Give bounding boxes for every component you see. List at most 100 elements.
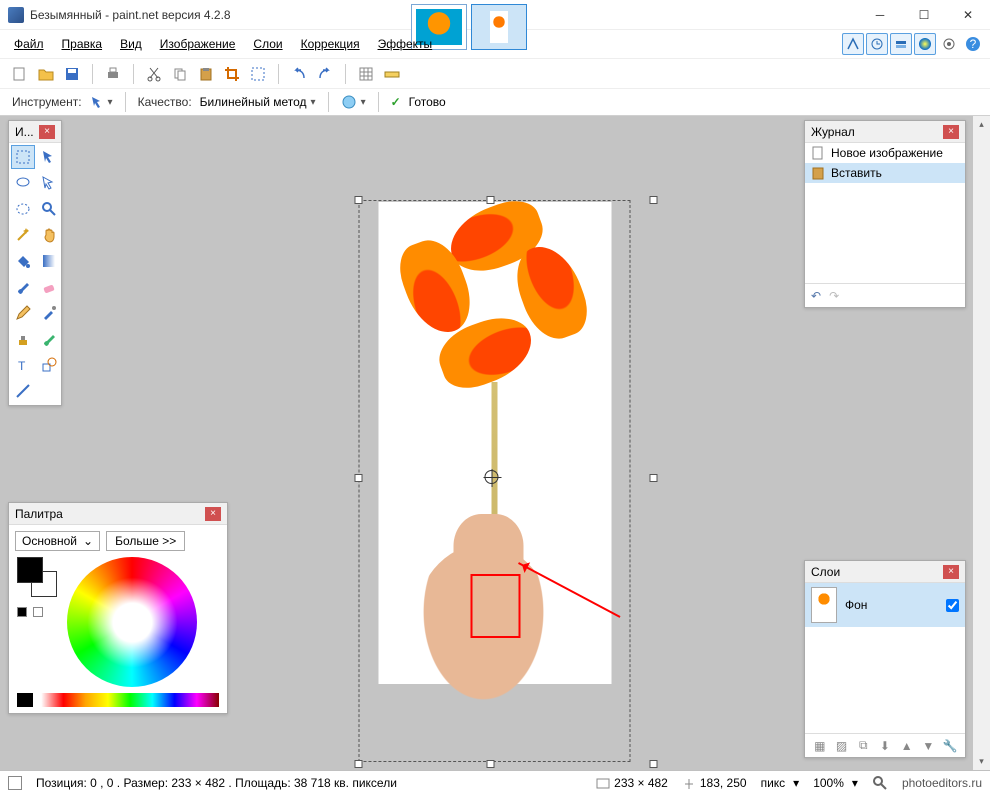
menu-correction[interactable]: Коррекция — [293, 33, 368, 55]
handle-top-left[interactable] — [355, 196, 363, 204]
document-thumbs — [411, 0, 527, 38]
layer-properties[interactable]: 🔧 — [941, 737, 959, 755]
tool-lasso[interactable] — [11, 171, 35, 195]
tools-panel-close[interactable]: × — [39, 125, 55, 139]
svg-text:T: T — [18, 359, 26, 373]
layer-merge[interactable]: ⬇ — [876, 737, 894, 755]
tool-color-picker[interactable] — [37, 301, 61, 325]
deselect-button[interactable] — [248, 64, 268, 84]
handle-mid-left[interactable] — [355, 474, 363, 482]
layer-up[interactable]: ▲ — [898, 737, 916, 755]
handle-bot-mid[interactable] — [487, 760, 495, 768]
toggle-palette-panel[interactable] — [914, 33, 936, 55]
tool-eraser[interactable] — [37, 275, 61, 299]
menu-edit[interactable]: Правка — [54, 33, 111, 55]
tool-clone[interactable] — [11, 327, 35, 351]
reset-colors[interactable] — [33, 607, 43, 617]
vertical-scrollbar[interactable]: ▴ ▾ — [973, 116, 990, 770]
history-item[interactable]: Вставить — [805, 163, 965, 183]
history-undo[interactable]: ↶ — [811, 289, 821, 303]
menu-effects[interactable]: Эффекты — [370, 33, 441, 55]
save-button[interactable] — [62, 64, 82, 84]
handle-bot-right[interactable] — [650, 760, 658, 768]
tool-pan[interactable] — [37, 223, 61, 247]
ruler-button[interactable] — [382, 64, 402, 84]
scroll-up-icon[interactable]: ▴ — [973, 116, 990, 133]
history-panel-close[interactable]: × — [943, 125, 959, 139]
status-units[interactable]: пикс▾ — [761, 776, 800, 790]
selection-center[interactable] — [485, 470, 499, 484]
tool-line[interactable] — [11, 379, 35, 403]
layer-add[interactable]: ▦ — [811, 737, 829, 755]
minimize-button[interactable]: ─ — [858, 1, 902, 29]
menu-image[interactable]: Изображение — [152, 33, 244, 55]
new-button[interactable] — [10, 64, 30, 84]
tool-shapes[interactable] — [37, 353, 61, 377]
toggle-history-panel[interactable] — [866, 33, 888, 55]
undo-button[interactable] — [289, 64, 309, 84]
grid-button[interactable] — [356, 64, 376, 84]
status-zoom[interactable]: 100%▾ — [813, 776, 858, 790]
tool-move-selection[interactable] — [37, 171, 61, 195]
settings-button[interactable] — [938, 33, 960, 55]
tool-move-selected[interactable] — [37, 145, 61, 169]
layer-duplicate[interactable]: ⧉ — [854, 737, 872, 755]
crop-button[interactable] — [222, 64, 242, 84]
quality-selector[interactable]: Билинейный метод ▾ — [200, 95, 316, 109]
layer-delete[interactable]: ▨ — [833, 737, 851, 755]
tool-pencil[interactable] — [11, 301, 35, 325]
sampling-selector[interactable]: ▾ — [341, 94, 366, 110]
history-item-label: Вставить — [831, 166, 882, 180]
palette-more-button[interactable]: Больше >> — [106, 531, 185, 551]
layers-panel-close[interactable]: × — [943, 565, 959, 579]
tool-zoom[interactable] — [37, 197, 61, 221]
cursor-icon — [682, 776, 696, 790]
color-swatches[interactable] — [17, 557, 57, 597]
toggle-tools-panel[interactable] — [842, 33, 864, 55]
print-button[interactable] — [103, 64, 123, 84]
ready-label: Готово — [409, 95, 446, 109]
cut-button[interactable] — [144, 64, 164, 84]
maximize-button[interactable]: ☐ — [902, 1, 946, 29]
handle-mid-right[interactable] — [650, 474, 658, 482]
palette-mode-selector[interactable]: Основной⌄ — [15, 531, 100, 551]
primary-color[interactable] — [17, 557, 43, 583]
canvas[interactable] — [379, 202, 612, 684]
tool-magic-wand[interactable] — [11, 223, 35, 247]
help-button[interactable]: ? — [962, 33, 984, 55]
tool-recolor[interactable] — [37, 327, 61, 351]
redo-button[interactable] — [315, 64, 335, 84]
history-item[interactable]: Новое изображение — [805, 143, 965, 163]
paste-button[interactable] — [196, 64, 216, 84]
tool-rect-select[interactable] — [11, 145, 35, 169]
copy-button[interactable] — [170, 64, 190, 84]
history-panel-title: Журнал — [811, 125, 943, 139]
tool-selector[interactable]: ▾ — [90, 95, 113, 109]
handle-top-right[interactable] — [650, 196, 658, 204]
menu-view[interactable]: Вид — [112, 33, 150, 55]
tool-ellipse-select[interactable] — [11, 197, 35, 221]
thumb-doc-2[interactable] — [471, 4, 527, 50]
history-redo[interactable]: ↷ — [829, 289, 839, 303]
menu-layers[interactable]: Слои — [245, 33, 290, 55]
handle-top-mid[interactable] — [487, 196, 495, 204]
palette-panel-close[interactable]: × — [205, 507, 221, 521]
handle-bot-left[interactable] — [355, 760, 363, 768]
swap-colors[interactable] — [17, 607, 27, 617]
palette-strip[interactable] — [17, 693, 219, 707]
layer-item[interactable]: Фон — [805, 583, 965, 627]
tool-gradient[interactable] — [37, 249, 61, 273]
close-button[interactable]: ✕ — [946, 1, 990, 29]
status-info: Позиция: 0 , 0 . Размер: 233 × 482 . Пло… — [36, 776, 397, 790]
layer-visible-checkbox[interactable] — [946, 599, 959, 612]
scroll-down-icon[interactable]: ▾ — [973, 753, 990, 770]
zoom-tool-icon[interactable] — [872, 775, 888, 791]
open-button[interactable] — [36, 64, 56, 84]
menu-file[interactable]: Файл — [6, 33, 52, 55]
tool-brush[interactable] — [11, 275, 35, 299]
tool-text[interactable]: T — [11, 353, 35, 377]
layer-down[interactable]: ▼ — [919, 737, 937, 755]
tool-fill[interactable] — [11, 249, 35, 273]
toggle-layers-panel[interactable] — [890, 33, 912, 55]
color-wheel[interactable] — [67, 557, 197, 687]
